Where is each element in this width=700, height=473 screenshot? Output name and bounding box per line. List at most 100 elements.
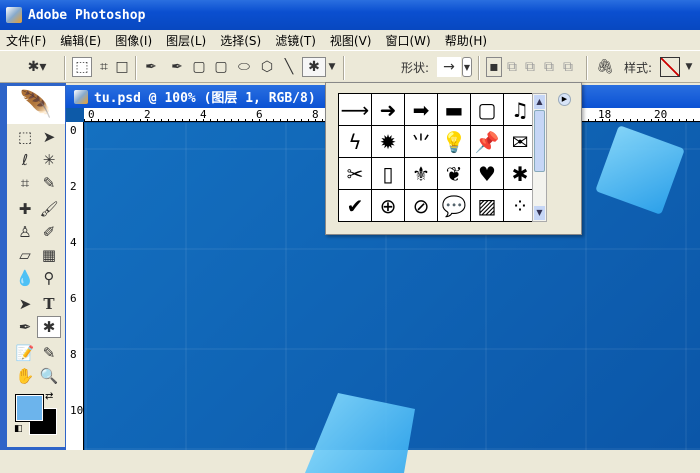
ruler-label: 8 [70, 348, 77, 361]
paths-icon[interactable]: ⌗ [94, 57, 114, 77]
zoom-tool-icon[interactable]: 🔍 [37, 365, 61, 387]
shape-option[interactable]: 💬 [438, 190, 470, 221]
menu-layer[interactable]: 图层(L) [166, 32, 206, 49]
polygon-icon[interactable]: ⬡ [258, 57, 276, 77]
lasso-tool-icon[interactable]: ℓ [13, 149, 37, 171]
rounded-rectangle-icon[interactable]: ▢ [212, 57, 230, 77]
ruler-label: 10 [70, 404, 84, 417]
menu-help[interactable]: 帮助(H) [445, 32, 487, 49]
shape-option[interactable]: ➜ [372, 94, 404, 125]
eraser-tool-icon[interactable]: ▱ [13, 244, 37, 266]
shape-picker[interactable]: → [437, 57, 461, 77]
app-title: Adobe Photoshop [28, 7, 146, 23]
shape-option[interactable]: ▢ [471, 94, 503, 125]
menu-edit[interactable]: 编辑(E) [60, 32, 101, 49]
type-tool-icon[interactable]: T [37, 293, 61, 315]
toolbox: 🪶 ⬚ ➤ ℓ ✳ ⌗ ✎ ✚ 🖌 ♙ ✐ ▱ ▦ 💧 ⚲ ➤ T ✒ ✱ 📝 … [0, 83, 66, 450]
shape-option[interactable]: ▨ [471, 190, 503, 221]
menu-view[interactable]: 视图(V) [330, 32, 372, 49]
style-picker[interactable] [660, 57, 680, 77]
create-new-layer-icon[interactable]: ▪ [486, 57, 502, 77]
vertical-ruler: 0 2 4 6 8 10 [66, 122, 84, 450]
history-brush-icon[interactable]: ✐ [37, 221, 61, 243]
gradient-tool-icon[interactable]: ▦ [37, 244, 61, 266]
tool-preset-picker[interactable]: ✱▾ [22, 57, 52, 77]
shape-option[interactable]: ▯ [372, 158, 404, 189]
scroll-up-icon[interactable]: ▲ [534, 95, 545, 109]
path-selection-icon[interactable]: ➤ [13, 293, 37, 315]
magic-wand-icon[interactable]: ✳ [37, 149, 61, 171]
shape-option[interactable]: 📌 [471, 126, 503, 157]
rectangle-icon[interactable]: ▢ [190, 57, 208, 77]
notes-tool-icon[interactable]: 📝 [13, 342, 37, 364]
ellipse-icon[interactable]: ⬭ [235, 57, 253, 77]
scroll-down-icon[interactable]: ▼ [534, 206, 545, 220]
eyedropper-icon[interactable]: ✎ [37, 342, 61, 364]
fill-pixels-icon[interactable]: □ [114, 57, 130, 77]
shape-option[interactable]: ♥ [471, 158, 503, 189]
pen-tool-icon[interactable]: ✒ [142, 57, 160, 77]
link-icon[interactable]: 🖇 [596, 57, 614, 77]
menu-window[interactable]: 窗口(W) [385, 32, 430, 49]
clone-stamp-icon[interactable]: ♙ [13, 221, 37, 243]
shape-option[interactable]: ➡ [405, 94, 437, 125]
custom-shape-tool-icon[interactable]: ✱ [37, 316, 61, 338]
swap-colors-icon[interactable]: ⇄ [45, 391, 53, 402]
menu-file[interactable]: 文件(F) [6, 32, 46, 49]
shape-option[interactable]: ❦ [438, 158, 470, 189]
blur-tool-icon[interactable]: 💧 [13, 267, 37, 289]
shape-option[interactable]: ⊕ [372, 190, 404, 221]
cube-graphic [305, 393, 415, 473]
healing-brush-icon[interactable]: ✚ [13, 198, 37, 220]
add-to-area-icon[interactable]: ⧉ [504, 57, 520, 77]
default-colors-icon[interactable]: ◧ [14, 424, 23, 434]
shape-option[interactable]: ✔ [339, 190, 371, 221]
menu-bar: 文件(F) 编辑(E) 图像(I) 图层(L) 选择(S) 滤镜(T) 视图(V… [0, 30, 700, 50]
shape-picker-dropdown[interactable]: ▼ [462, 57, 472, 77]
ruler-label: 2 [144, 108, 151, 121]
slice-tool-icon[interactable]: ✎ [37, 172, 61, 194]
shape-option[interactable]: ✂ [339, 158, 371, 189]
custom-shape-picker-panel: ⟶ ➜ ➡ ▬ ▢ ♫ ϟ ✹ ⺌ 💡 📌 ✉ ✂ ▯ ⚜ ❦ ♥ ✱ ✔ ⊕ ⊘ 💬 ▨ ⁘ ▲ ▼ ▶ [325, 82, 582, 235]
intersect-area-icon[interactable]: ⧉ [541, 57, 557, 77]
ruler-label: 8 [312, 108, 319, 121]
custom-shape-icon[interactable]: ✱ [302, 57, 326, 77]
line-icon[interactable]: ╲ [280, 57, 298, 77]
ruler-label: 4 [70, 236, 77, 249]
crop-tool-icon[interactable]: ⌗ [13, 172, 37, 194]
menu-select[interactable]: 选择(S) [220, 32, 261, 49]
scroll-thumb[interactable] [534, 110, 545, 172]
freeform-pen-icon[interactable]: ✒ [168, 57, 186, 77]
shape-option[interactable]: ϟ [339, 126, 371, 157]
subtract-area-icon[interactable]: ⧉ [522, 57, 538, 77]
style-dropdown-icon[interactable]: ▼ [684, 57, 694, 77]
title-bar: Adobe Photoshop [0, 0, 700, 30]
brush-tool-icon[interactable]: 🖌 [37, 198, 61, 220]
shape-option[interactable]: ✹ [372, 126, 404, 157]
ruler-label: 6 [256, 108, 263, 121]
chevron-down-icon[interactable]: ▼ [327, 57, 337, 77]
shape-option[interactable]: 💡 [438, 126, 470, 157]
shape-layers-icon[interactable]: ⬚ [72, 57, 92, 77]
menu-image[interactable]: 图像(I) [115, 32, 152, 49]
menu-filter[interactable]: 滤镜(T) [275, 32, 316, 49]
document-title: tu.psd @ 100% (图层 1, RGB/8) [94, 91, 316, 106]
shape-grid: ⟶ ➜ ➡ ▬ ▢ ♫ ϟ ✹ ⺌ 💡 📌 ✉ ✂ ▯ ⚜ ❦ ♥ ✱ ✔ ⊕ ⊘ 💬 ▨ ⁘ [338, 93, 537, 222]
marquee-tool-icon[interactable]: ⬚ [13, 126, 37, 148]
shape-option[interactable]: ⟶ [339, 94, 371, 125]
shape-option[interactable]: ⺌ [405, 126, 437, 157]
style-label: 样式: [624, 60, 653, 75]
move-tool-icon[interactable]: ➤ [37, 126, 61, 148]
shape-option[interactable]: ▬ [438, 94, 470, 125]
exclude-area-icon[interactable]: ⧉ [560, 57, 576, 77]
dodge-tool-icon[interactable]: ⚲ [37, 267, 61, 289]
shape-list-scrollbar[interactable]: ▲ ▼ [532, 93, 547, 222]
pen-tool-icon[interactable]: ✒ [13, 316, 37, 338]
foreground-color-swatch[interactable] [15, 394, 44, 422]
panel-menu-button[interactable]: ▶ [558, 93, 571, 106]
shape-option[interactable]: ⚜ [405, 158, 437, 189]
shape-label: 形状: [401, 60, 430, 75]
feather-logo-icon: 🪶 [7, 86, 65, 124]
hand-tool-icon[interactable]: ✋ [13, 365, 37, 387]
shape-option[interactable]: ⊘ [405, 190, 437, 221]
